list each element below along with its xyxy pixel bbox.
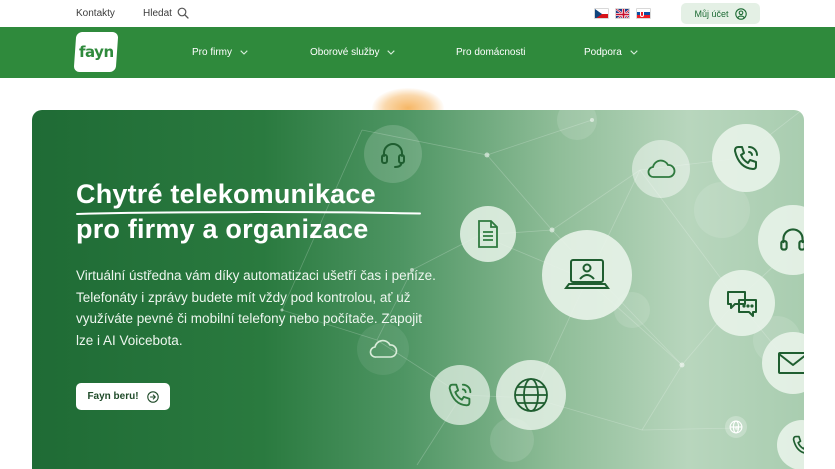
flag-sk-icon[interactable] xyxy=(636,8,651,19)
search-icon[interactable] xyxy=(177,7,189,19)
top-utility-bar: Kontakty Hledat Můj účet xyxy=(0,0,835,27)
hero-title-line2: pro firmy a organizace xyxy=(76,214,369,244)
contacts-link[interactable]: Kontakty xyxy=(76,8,115,19)
flag-uk-icon[interactable] xyxy=(615,8,630,19)
laptop-user-icon xyxy=(542,230,632,320)
cta-label: Fayn beru! xyxy=(87,391,139,402)
nav-item-label: Oborové služby xyxy=(310,47,380,58)
nav-item-oborove-sluzby[interactable]: Oborové služby xyxy=(310,47,396,58)
hero-title-line1: Chytré telekomunikace xyxy=(76,179,376,209)
fayn-logo[interactable]: fayn xyxy=(73,32,119,72)
nav-item-label: Pro domácnosti xyxy=(456,47,526,58)
chevron-down-icon xyxy=(240,50,248,55)
cloud-icon xyxy=(357,323,409,375)
title-underline xyxy=(76,211,421,215)
chevron-down-icon xyxy=(387,50,396,55)
search-link[interactable]: Hledat xyxy=(143,8,172,19)
nav-item-pro-domacnosti[interactable]: Pro domácnosti xyxy=(456,47,525,58)
globe-icon xyxy=(496,360,566,430)
main-navigation xyxy=(0,27,835,78)
arrow-right-circle-icon xyxy=(146,390,159,403)
my-account-label: Můj účet xyxy=(694,8,729,19)
chat-icon xyxy=(709,270,775,336)
chevron-down-icon xyxy=(630,50,638,55)
headset-icon xyxy=(364,125,422,183)
nav-item-label: Pro firmy xyxy=(192,47,232,58)
nav-item-podpora[interactable]: Podpora xyxy=(584,47,638,58)
nav-item-pro-firmy[interactable]: Pro firmy xyxy=(192,47,248,58)
nav-item-label: Podpora xyxy=(584,47,622,58)
fayn-beru-button[interactable]: Fayn beru! xyxy=(76,383,170,410)
document-icon xyxy=(460,206,516,262)
logo-text: fayn xyxy=(78,43,114,61)
cloud-icon xyxy=(632,140,690,198)
hero-banner: Chytré telekomunikace pro firmy a organi… xyxy=(32,110,804,469)
my-account-button[interactable]: Můj účet xyxy=(681,3,760,24)
globe-icon xyxy=(725,416,747,438)
phone-icon xyxy=(430,365,490,425)
phone-icon xyxy=(712,124,780,192)
language-switcher xyxy=(594,8,651,19)
user-icon xyxy=(734,7,747,20)
flag-cz-icon[interactable] xyxy=(594,8,609,19)
